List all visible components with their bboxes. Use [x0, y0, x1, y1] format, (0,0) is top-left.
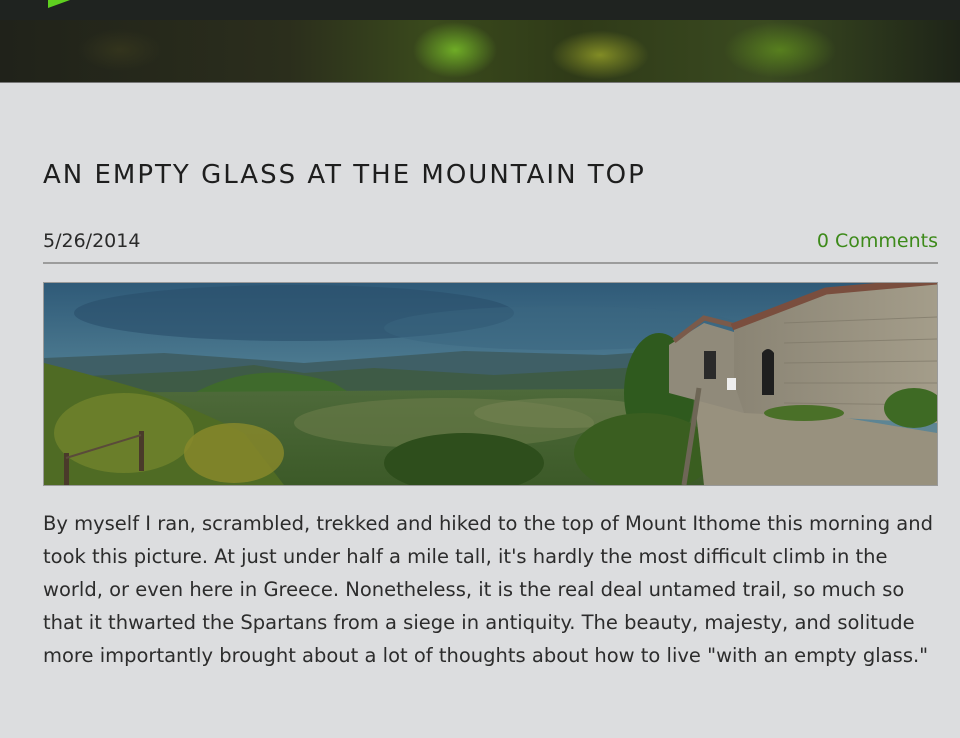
- panorama-image: [44, 283, 937, 485]
- comments-link[interactable]: 0 Comments: [817, 230, 938, 252]
- logo-icon[interactable]: [48, 0, 70, 8]
- header-banner-image: [0, 20, 960, 83]
- top-navigation-bar: [0, 0, 960, 20]
- post-meta: 5/26/2014 0 Comments: [43, 230, 938, 264]
- post-photo[interactable]: [43, 282, 938, 486]
- post-body-text: By myself I ran, scrambled, trekked and …: [43, 512, 933, 667]
- post-title[interactable]: AN EMPTY GLASS AT THE MOUNTAIN TOP: [43, 160, 646, 190]
- post-date: 5/26/2014: [43, 230, 141, 252]
